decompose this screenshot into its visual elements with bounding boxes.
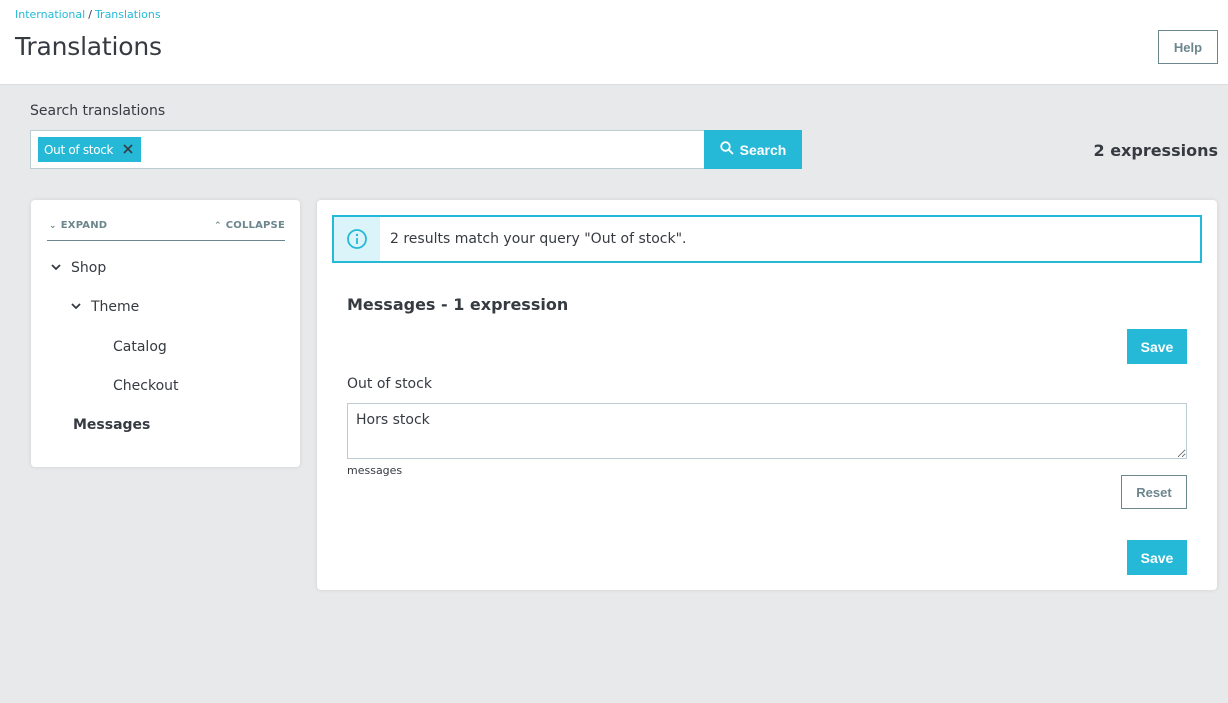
tree-item-checkout[interactable]: Checkout [113, 378, 179, 394]
tree-item-label: Catalog [113, 339, 167, 355]
page-header: International / Translations Translations … [0, 0, 1228, 85]
tree-item-messages[interactable]: Messages [73, 417, 150, 433]
expand-label: EXPAND [60, 220, 108, 231]
search-label: Search translations [30, 103, 166, 119]
expressions-count: 2 expressions [1093, 141, 1218, 160]
breadcrumb-international[interactable]: International [15, 8, 85, 21]
search-tag: Out of stock [38, 137, 142, 162]
tree-item-label: Theme [91, 299, 140, 315]
tree-item-label: Shop [71, 260, 107, 276]
expand-button[interactable]: ⌄ EXPAND [49, 220, 107, 231]
tree-item-shop[interactable]: Shop [51, 260, 106, 276]
reset-button[interactable]: Reset [1121, 475, 1187, 509]
expression-domain: messages [347, 464, 403, 477]
save-button-top[interactable]: Save [1127, 329, 1187, 364]
tree-actions: ⌄ EXPAND ⌃ COLLAPSE [47, 220, 285, 241]
breadcrumb-translations[interactable]: Translations [95, 8, 161, 21]
alert-message: 2 results match your query "Out of stock… [390, 231, 687, 247]
translation-textarea[interactable]: Hors stock [347, 403, 1187, 459]
search-input[interactable]: Out of stock [30, 130, 705, 169]
translations-panel: 2 results match your query "Out of stock… [317, 200, 1217, 590]
collapse-button[interactable]: ⌃ COLLAPSE [214, 220, 285, 231]
tree-item-label: Checkout [113, 378, 179, 394]
chevron-down-icon[interactable] [51, 263, 67, 274]
tree-item-label: Messages [73, 417, 151, 433]
info-icon [334, 217, 380, 261]
search-button[interactable]: Search [704, 130, 802, 169]
help-button[interactable]: Help [1158, 30, 1218, 64]
translation-tree: ⌄ EXPAND ⌃ COLLAPSE Shop Theme Catalog Che… [31, 200, 300, 467]
tree-item-catalog[interactable]: Catalog [113, 339, 167, 355]
tree-item-theme[interactable]: Theme [71, 299, 139, 315]
chevron-down-icon[interactable] [71, 302, 87, 313]
search-button-label: Search [739, 141, 787, 158]
breadcrumb-separator: / [88, 8, 92, 21]
save-button-bottom[interactable]: Save [1127, 540, 1187, 575]
collapse-label: COLLAPSE [225, 220, 285, 231]
breadcrumb: International / Translations [15, 8, 161, 21]
chevron-down-icon: ⌄ [49, 221, 57, 231]
search-icon [719, 141, 734, 158]
info-alert: 2 results match your query "Out of stock… [332, 215, 1202, 263]
close-icon[interactable] [123, 143, 133, 157]
section-title: Messages - 1 expression [347, 295, 569, 314]
page-title: Translations [15, 32, 162, 61]
search-tag-label: Out of stock [44, 142, 114, 157]
chevron-up-icon: ⌃ [213, 221, 222, 231]
expression-label: Out of stock [347, 376, 432, 392]
